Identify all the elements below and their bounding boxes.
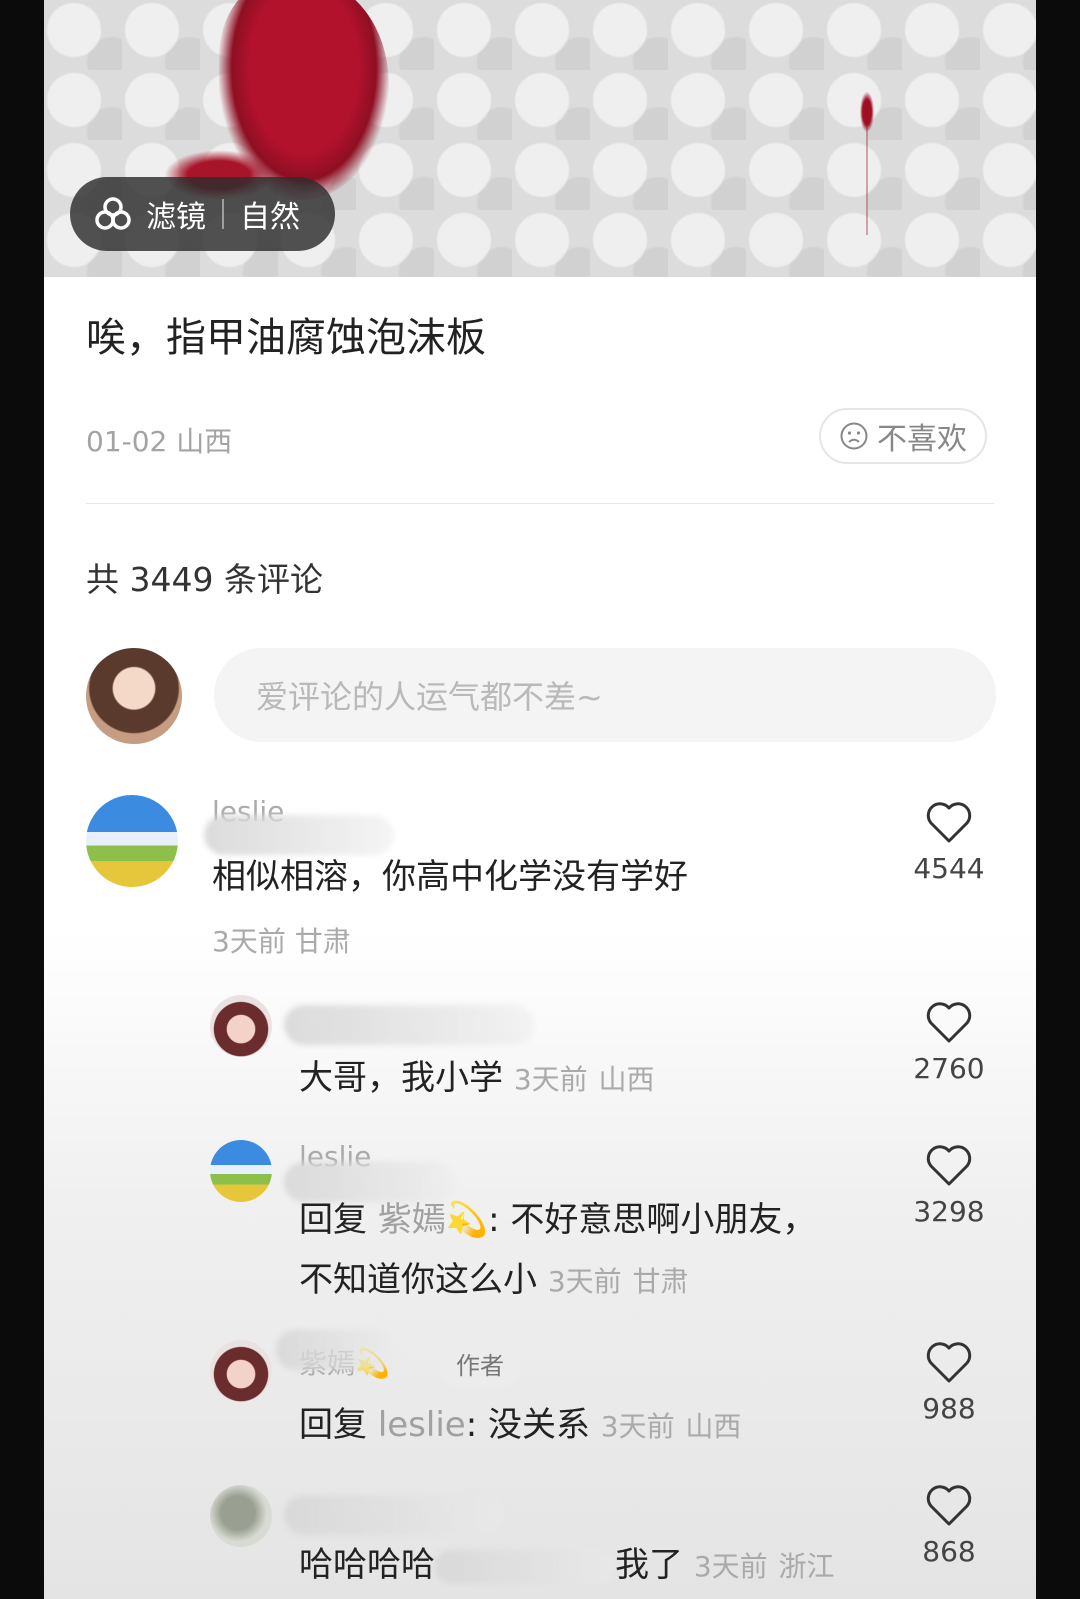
heart-icon <box>926 1145 972 1186</box>
comment-text: 大哥，我小学 3天前 山西 <box>299 1048 654 1110</box>
comment-body: 相似相溶，你高中化学没有学好 <box>212 857 688 897</box>
comment-body: 大哥，我小学 <box>299 1058 503 1098</box>
like-count: 2760 <box>913 1052 985 1085</box>
like-button[interactable]: 2760 <box>909 1000 989 1085</box>
comment-time-ago: 3天前 <box>547 1265 622 1298</box>
avatar[interactable] <box>210 1140 272 1202</box>
heart-icon <box>926 1485 972 1526</box>
filter-pill[interactable]: 滤镜 自然 <box>70 177 335 251</box>
blurred-username <box>276 1330 396 1370</box>
comment-text: 相似相溶，你高中化学没有学好 <box>212 847 688 907</box>
post-title: 唉，指甲油腐蚀泡沫板 <box>86 315 486 361</box>
comment-text: 回复 leslie: 没关系 3天前 山西 <box>299 1395 741 1457</box>
avatar[interactable] <box>210 995 272 1057</box>
comment-body-end: 我了 <box>615 1545 683 1585</box>
comment-location: 山西 <box>598 1063 655 1096</box>
avatar[interactable] <box>210 1340 272 1402</box>
reply-prefix: 回复 <box>299 1405 378 1445</box>
comment-time-ago: 3天前 <box>600 1410 675 1443</box>
like-button[interactable]: 3298 <box>909 1143 989 1228</box>
filter-value: 自然 <box>240 200 300 235</box>
comment-body-line2: 不知道你这么小 <box>299 1260 537 1300</box>
heart-icon <box>926 802 972 843</box>
divider <box>86 503 994 504</box>
like-count: 988 <box>922 1392 976 1425</box>
blurred-text <box>435 1549 615 1584</box>
like-count: 3298 <box>913 1195 985 1228</box>
sad-face-icon <box>840 422 868 450</box>
author-badge: 作者 <box>440 1345 520 1387</box>
comment-time-ago: 3天前 <box>513 1063 588 1096</box>
filter-separator <box>222 199 224 229</box>
comment-text: 回复 紫嫣💫: 不好意思啊小朋友， 不知道你这么小 3天前 甘肃 <box>299 1190 816 1312</box>
dislike-button[interactable]: 不喜欢 <box>819 408 987 464</box>
post-image[interactable]: 滤镜 自然 <box>44 0 1036 277</box>
blurred-username <box>284 1495 504 1535</box>
comment-time-ago: 3天前 <box>212 925 286 958</box>
dislike-label: 不喜欢 <box>877 422 967 457</box>
post-detail-frame: 滤镜 自然 唉，指甲油腐蚀泡沫板 01-02 山西 不喜欢 共 3449 条评论… <box>44 0 1036 1599</box>
like-button[interactable]: 988 <box>909 1340 989 1425</box>
comment-body: : 不好意思啊小朋友， <box>488 1200 817 1240</box>
like-button[interactable]: 4544 <box>909 800 989 885</box>
comment-input[interactable]: 爱评论的人运气都不差~ <box>214 648 996 742</box>
filter-icon <box>95 197 131 230</box>
comment-location: 甘肃 <box>632 1265 689 1298</box>
reply-prefix: 回复 <box>299 1200 378 1240</box>
avatar[interactable] <box>86 795 178 887</box>
like-count: 868 <box>922 1535 976 1568</box>
reply-mention[interactable]: leslie <box>378 1405 466 1445</box>
like-button[interactable]: 868 <box>909 1483 989 1568</box>
my-avatar[interactable] <box>86 648 182 744</box>
post-meta: 01-02 山西 <box>86 425 233 458</box>
avatar[interactable] <box>210 1485 272 1547</box>
comment-location: 山西 <box>685 1410 742 1443</box>
heart-icon <box>926 1002 972 1043</box>
blurred-username <box>284 1005 534 1045</box>
like-count: 4544 <box>913 852 985 885</box>
comment-body: : 没关系 <box>465 1405 590 1445</box>
comment-time-ago: 3天前 <box>693 1550 768 1583</box>
comment-time: 3天前 甘肃 <box>212 920 351 960</box>
comment-location: 浙江 <box>778 1550 835 1583</box>
comment-input-placeholder: 爱评论的人运气都不差~ <box>256 678 603 716</box>
comment-body: 哈哈哈哈 <box>299 1545 435 1585</box>
comment-text: 哈哈哈哈 我了 3天前 浙江 <box>299 1535 834 1597</box>
reply-mention[interactable]: 紫嫣💫 <box>378 1200 488 1240</box>
comment-location: 甘肃 <box>294 925 351 958</box>
comment-count: 共 3449 条评论 <box>86 560 323 599</box>
filter-label: 滤镜 <box>146 200 206 235</box>
heart-icon <box>926 1342 972 1383</box>
drip-trail <box>866 125 868 235</box>
